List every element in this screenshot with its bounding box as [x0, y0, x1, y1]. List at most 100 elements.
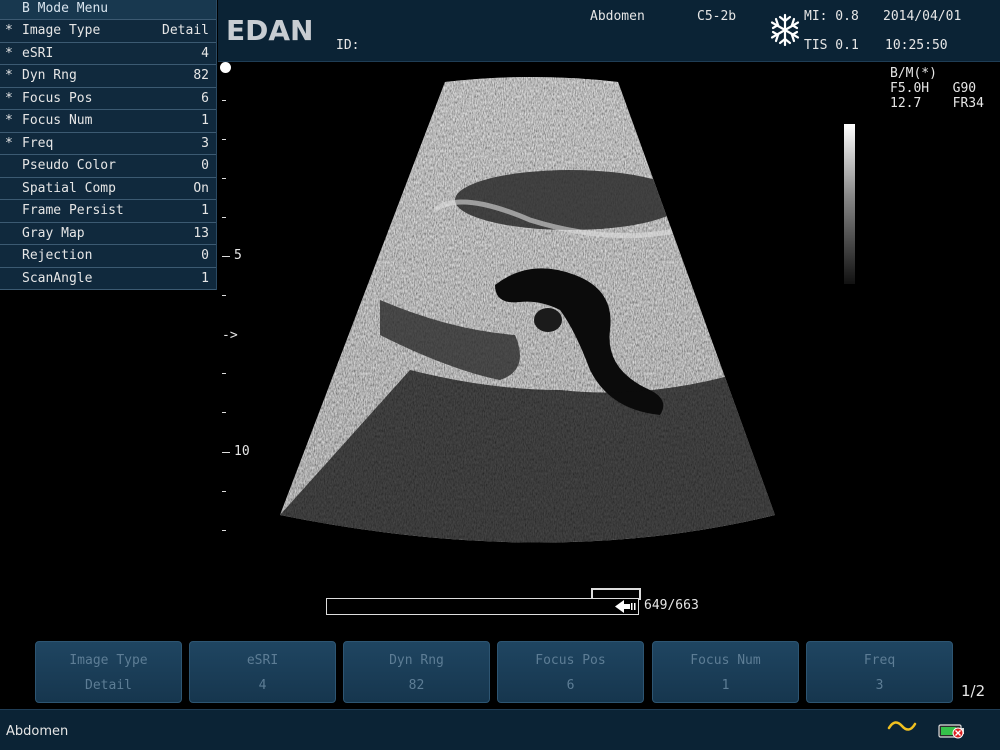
menu-item-scan-angle[interactable]: ScanAngle 1 — [0, 268, 216, 290]
wave-icon — [887, 721, 917, 731]
menu-item-value: 3 — [201, 135, 209, 151]
modified-marker: * — [5, 135, 13, 151]
menu-item-rejection[interactable]: Rejection 0 — [0, 245, 216, 268]
menu-item-value: 1 — [201, 203, 209, 218]
menu-item-label: ScanAngle — [22, 270, 93, 286]
menu-item-value: Detail — [162, 23, 209, 38]
softkey-label: Image Type — [69, 653, 148, 668]
menu-item-focus-pos[interactable]: * Focus Pos 6 — [0, 88, 216, 110]
time-display: 10:25:50 — [885, 38, 948, 53]
ultrasound-image — [280, 77, 775, 543]
softkey-label: eSRI — [246, 653, 279, 668]
softkey-focus-num[interactable]: Focus Num 1 — [652, 641, 799, 703]
depth-tick — [222, 491, 226, 492]
depth-tick — [222, 178, 226, 179]
menu-item-spatial-comp[interactable]: Spatial Comp On — [0, 178, 216, 200]
depth-scale: 5 -> 10 — [220, 66, 260, 546]
depth-tick — [222, 139, 226, 140]
cine-position-arrow-icon[interactable] — [614, 599, 638, 614]
depth-tick-major — [222, 452, 230, 453]
param-depth: 12.7 — [890, 96, 922, 111]
menu-item-focus-num[interactable]: * Focus Num 1 — [0, 110, 216, 133]
softkey-value: 3 — [875, 678, 884, 693]
menu-item-value: 4 — [201, 45, 209, 61]
param-freq: F5.0H — [890, 81, 930, 96]
param-frame-rate: FR34 — [952, 96, 984, 111]
menu-item-value: 1 — [201, 113, 209, 128]
menu-item-dyn-rng[interactable]: * Dyn Rng 82 — [0, 65, 216, 88]
menu-title: B Mode Menu — [0, 0, 216, 20]
focus-marker[interactable]: -> — [222, 328, 238, 343]
modified-marker: * — [5, 68, 13, 83]
softkey-label: Dyn Rng — [389, 653, 444, 668]
menu-item-gray-map[interactable]: Gray Map 13 — [0, 223, 216, 245]
softkey-value: 4 — [258, 678, 267, 693]
menu-item-value: 6 — [201, 90, 209, 106]
softkey-label: Focus Num — [690, 653, 761, 668]
modified-marker: * — [5, 90, 13, 106]
probe-name: C5-2b — [697, 9, 737, 24]
softkey-dyn-rng[interactable]: Dyn Rng 82 — [343, 641, 490, 703]
menu-item-label: Frame Persist — [22, 203, 124, 218]
depth-tick — [222, 295, 226, 296]
menu-item-freq[interactable]: * Freq 3 — [0, 133, 216, 155]
softkey-value: 6 — [566, 678, 575, 693]
b-mode-menu: B Mode Menu * Image Type Detail * eSRI 4 * Dy… — [0, 0, 217, 290]
menu-item-label: eSRI — [22, 45, 54, 61]
mode-label: B/M(*) — [890, 66, 937, 81]
modified-marker: * — [5, 23, 13, 38]
depth-tick — [222, 100, 226, 101]
scan-sector — [280, 77, 775, 543]
menu-item-label: Rejection — [22, 248, 93, 263]
battery-icon — [938, 724, 964, 739]
mechanical-index: MI: 0.8 — [804, 9, 859, 24]
menu-item-label: Dyn Rng — [22, 68, 77, 83]
status-bar: Abdomen — [0, 709, 1000, 750]
header-bar: EDAN ID: Abdomen C5-2b MI: 0.8 TIS 0.1 2… — [218, 0, 1000, 62]
depth-tick — [222, 373, 226, 374]
softkey-value: 82 — [408, 678, 425, 693]
menu-item-label: Image Type — [22, 23, 101, 38]
softkey-value: 1 — [721, 678, 730, 693]
softkey-label: Focus Pos — [535, 653, 606, 668]
menu-item-esri[interactable]: * eSRI 4 — [0, 43, 216, 65]
menu-item-value: On — [193, 180, 209, 196]
softkey-value: Detail — [85, 678, 132, 693]
menu-item-label: Freq — [22, 135, 54, 151]
depth-label-10: 10 — [234, 444, 250, 459]
menu-item-value: 0 — [201, 248, 209, 263]
cine-progress-bar[interactable] — [326, 598, 639, 615]
menu-item-label: Gray Map — [22, 225, 85, 241]
softkey-esri[interactable]: eSRI 4 — [189, 641, 336, 703]
depth-label-5: 5 — [234, 248, 242, 263]
depth-tick-major — [222, 256, 230, 257]
exam-type: Abdomen — [590, 9, 645, 24]
menu-item-value: 13 — [193, 225, 209, 241]
menu-item-label: Focus Pos — [22, 90, 93, 106]
param-gain: G90 — [952, 81, 977, 96]
menu-item-image-type[interactable]: * Image Type Detail — [0, 20, 216, 43]
softkey-label: Freq — [863, 653, 896, 668]
modified-marker: * — [5, 45, 13, 61]
brand-logo: EDAN — [226, 14, 314, 47]
modified-marker: * — [5, 113, 13, 128]
thermal-index: TIS 0.1 — [804, 38, 859, 53]
date-display: 2014/04/01 — [883, 9, 962, 24]
depth-tick — [222, 412, 226, 413]
depth-tick — [222, 217, 226, 218]
softkey-freq[interactable]: Freq 3 — [806, 641, 953, 703]
menu-item-value: 82 — [193, 68, 209, 83]
snowflake-icon — [770, 13, 800, 47]
image-parameters: B/M(*) F5.0H G90 12.7 FR34 — [890, 66, 984, 111]
status-exam-type: Abdomen — [6, 724, 69, 739]
menu-item-value: 1 — [201, 270, 209, 286]
softkey-image-type[interactable]: Image Type Detail — [35, 641, 182, 703]
depth-tick — [222, 530, 226, 531]
menu-item-label: Focus Num — [22, 113, 93, 128]
softkey-focus-pos[interactable]: Focus Pos 6 — [497, 641, 644, 703]
gray-scale-bar — [844, 124, 855, 284]
softkey-page-indicator[interactable]: 1/2 — [961, 682, 985, 700]
menu-item-pseudo-color[interactable]: Pseudo Color 0 — [0, 155, 216, 178]
menu-item-label: Spatial Comp — [22, 180, 116, 196]
menu-item-frame-persist[interactable]: Frame Persist 1 — [0, 200, 216, 223]
